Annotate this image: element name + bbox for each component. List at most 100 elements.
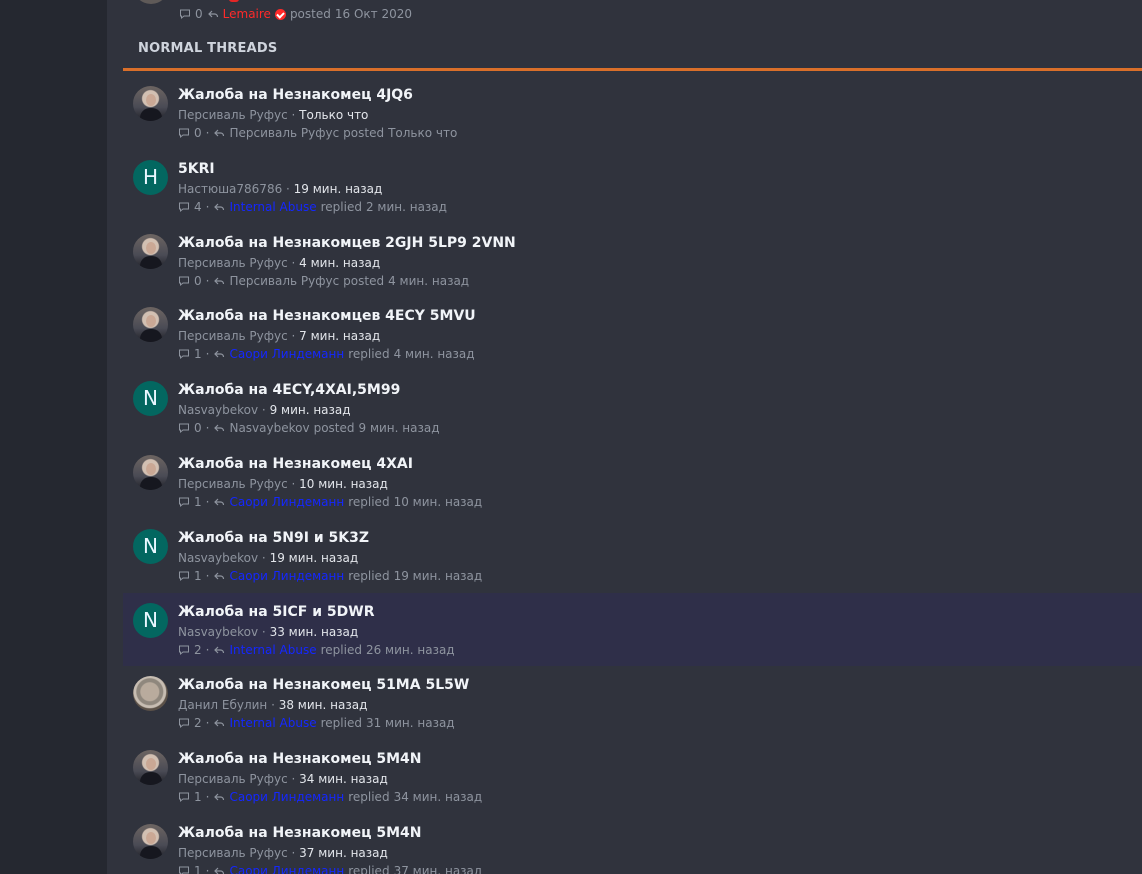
thread-title[interactable]: Жалоба на Незнакомцев 4ECY 5MVU [178,308,476,324]
thread-author[interactable]: Персиваль Руфус [178,846,288,860]
last-post-time[interactable]: 37 мин. назад [394,864,483,874]
thread-row[interactable]: H 5KRI Настюша786786 · 19 мин. назад 4 · Inte… [123,150,1142,223]
avatar[interactable] [133,86,168,121]
thread-title[interactable]: Жалоба на Незнакомцев 2GJH 5LP9 2VNN [178,235,516,251]
action-text: replied [348,347,390,362]
avatar[interactable] [133,455,168,490]
comment-icon [178,422,190,434]
thread-meta: 0 · Персиваль Руфус posted 4 мин. назад [178,274,469,288]
avatar[interactable]: N [133,381,168,417]
thread-author[interactable]: Персиваль Руфус [178,108,288,122]
thread-row[interactable]: Жалоба на Незнакомец 51MA 5L5W Данил Ебул… [123,666,1142,739]
last-post-time[interactable]: 26 мин. назад [366,643,455,657]
thread-start-time[interactable]: 9 мин. назад [270,403,351,417]
avatar[interactable]: N [133,528,168,564]
last-post-time[interactable]: 16 Окт 2020 [335,7,412,21]
thread-title[interactable]: Жалоба на Незнакомец 51MA 5L5W [178,677,469,693]
last-user-link[interactable]: Персиваль Руфус [229,274,339,288]
thread-title[interactable]: Жалоба на Незнакомец 4XAI [178,456,413,472]
last-user-link[interactable]: Internal Abuse [229,200,316,214]
action-text: replied [320,642,362,657]
thread-author-line: Персиваль Руфус · 37 мин. назад [178,846,388,860]
section-divider [123,68,1142,71]
thread-start-time[interactable]: Только что [299,108,368,122]
thread-author-line: Nasvaybekov · 9 мин. назад [178,403,351,417]
thread-row[interactable]: Жалоба на Незнакомец 5M4N Персиваль Руфус… [123,814,1142,874]
last-user-link[interactable]: Персиваль Руфус [229,126,339,140]
thread-title[interactable]: Жалоба на Незнакомец 5M4N [178,825,421,841]
reply-count: 1 [194,568,202,583]
avatar[interactable] [133,750,168,786]
thread-start-time[interactable]: 37 мин. назад [299,846,388,860]
avatar[interactable] [133,307,168,343]
last-post-time[interactable]: 19 мин. назад [394,569,483,583]
last-user-link[interactable]: Саори Линдеманн [229,347,344,361]
avatar[interactable] [133,676,168,712]
thread-title[interactable]: 5KRI [178,161,215,177]
last-user-link[interactable]: Саори Линдеманн [229,864,344,874]
last-user-link[interactable]: Lemaire [223,7,271,21]
thread-start-time[interactable]: 10 мин. назад [299,477,388,491]
last-post-time[interactable]: 31 мин. назад [366,716,455,730]
thread-author[interactable]: Nasvaybekov [178,403,258,417]
thread-start-time[interactable]: 4 мин. назад [299,256,380,270]
thread-title[interactable]: Жалоба на 4ECY,4XAI,5M99 [178,382,400,398]
separator: · [205,790,210,805]
thread-author[interactable]: Настюша786786 [178,182,282,196]
action-text: posted [343,273,385,288]
last-post-time[interactable]: 4 мин. назад [388,274,469,288]
last-post-time[interactable]: 9 мин. назад [359,421,440,435]
avatar[interactable]: H [133,159,168,195]
thread-author[interactable]: Nasvaybekov [178,551,258,565]
comment-icon [178,644,190,656]
last-post-time[interactable]: Только что [388,126,457,140]
reply-icon [213,201,225,213]
thread-row[interactable]: Жалоба на Незнакомцев 4ECY 5MVU Персиваль… [123,297,1142,370]
thread-row[interactable]: N Жалоба на 5ICF и 5DWR Nasvaybekov · 33 м… [123,592,1142,666]
thread-start-time[interactable]: 34 мин. назад [299,772,388,786]
thread-start-time[interactable]: 7 мин. назад [299,329,380,343]
thread-row[interactable]: Жалоба на Незнакомец 5M4N Персиваль Руфус… [123,740,1142,813]
thread-start-time[interactable]: 33 мин. назад [270,625,359,639]
thread-row[interactable]: Жалоба на Незнакомец 4XAI Персиваль Руфус… [123,445,1142,518]
thread-row[interactable]: Жалоба на Незнакомец 4JQ6 Персиваль Руфус… [123,76,1142,149]
last-user-link[interactable]: Саори Линдеманн [229,790,344,804]
thread-title[interactable]: Жалоба на Незнакомец 4JQ6 [178,87,413,103]
avatar[interactable] [133,233,168,269]
reply-icon [213,422,225,434]
thread-title[interactable]: Жалоба на 5ICF и 5DWR [178,604,374,620]
previous-thread-row[interactable]: 0 Lemaire posted 16 Окт 2020 [107,0,1142,30]
thread-meta: 1 · Саори Линдеманн replied 4 мин. назад [178,347,475,361]
avatar[interactable] [133,0,169,4]
last-user-link[interactable]: Internal Abuse [229,643,316,657]
thread-author[interactable]: Nasvaybekov [178,625,258,639]
last-user-link[interactable]: Nasvaybekov [229,421,309,435]
thread-title[interactable]: Жалоба на 5N9I и 5K3Z [178,530,369,546]
last-user-link[interactable]: Саори Линдеманн [229,495,344,509]
avatar[interactable] [133,824,168,859]
last-post-time[interactable]: 2 мин. назад [366,200,447,214]
last-post-time[interactable]: 4 мин. назад [394,347,475,361]
thread-author[interactable]: Персиваль Руфус [178,256,288,270]
thread-meta: 2 · Internal Abuse replied 26 мин. назад [178,643,455,657]
thread-row[interactable]: Жалоба на Незнакомцев 2GJH 5LP9 2VNN Перс… [123,224,1142,297]
last-post-time[interactable]: 10 мин. назад [394,495,483,509]
thread-title[interactable]: Жалоба на Незнакомец 5M4N [178,751,421,767]
separator: · [282,181,294,196]
comment-icon [178,127,190,139]
thread-row[interactable]: N Жалоба на 4ECY,4XAI,5M99 Nasvaybekov · 9… [123,371,1142,444]
comment-icon [178,201,190,213]
thread-author[interactable]: Персиваль Руфус [178,772,288,786]
last-user-link[interactable]: Internal Abuse [229,716,316,730]
thread-author[interactable]: Персиваль Руфус [178,329,288,343]
thread-author[interactable]: Персиваль Руфус [178,477,288,491]
thread-start-time[interactable]: 19 мин. назад [270,551,359,565]
thread-start-time[interactable]: 38 мин. назад [279,698,368,712]
thread-author-line: Персиваль Руфус · 7 мин. назад [178,329,380,343]
last-post-time[interactable]: 34 мин. назад [394,790,483,804]
thread-start-time[interactable]: 19 мин. назад [294,182,383,196]
thread-row[interactable]: N Жалоба на 5N9I и 5K3Z Nasvaybekov · 19 м… [123,519,1142,592]
thread-author[interactable]: Данил Ебулин [178,698,267,712]
avatar[interactable]: N [133,602,168,638]
last-user-link[interactable]: Саори Линдеманн [229,569,344,583]
